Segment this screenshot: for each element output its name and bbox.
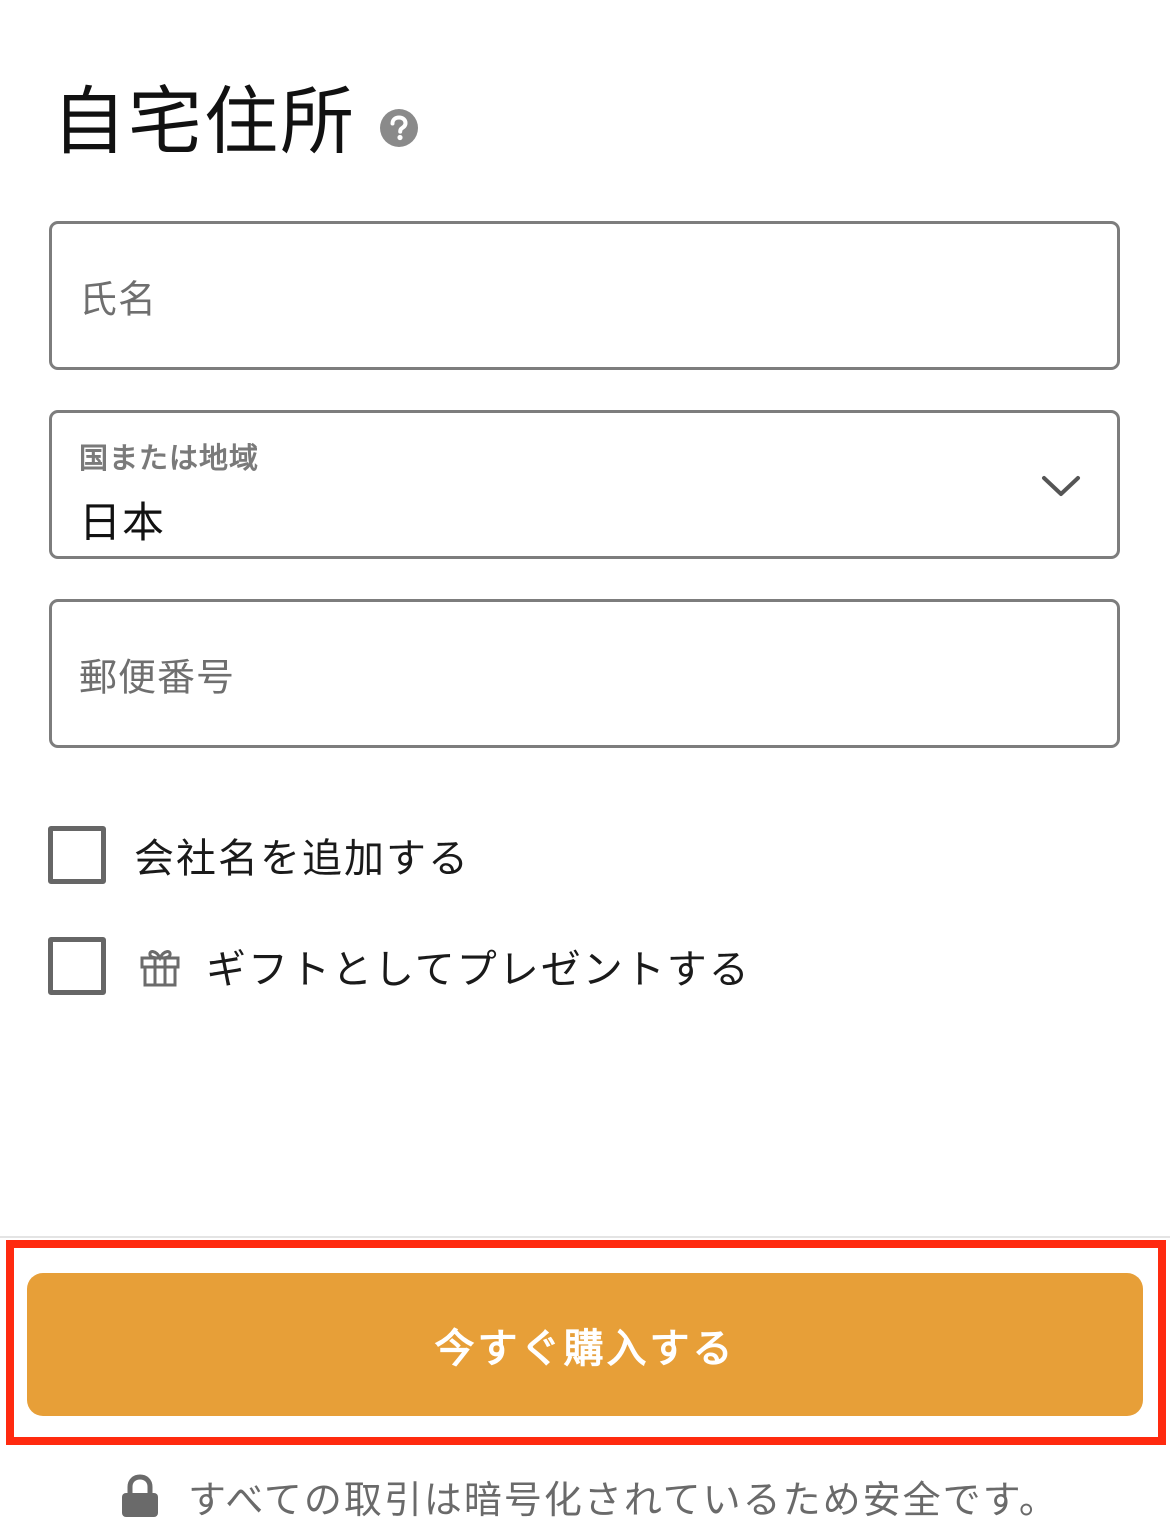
page-title: 自宅住所 bbox=[52, 79, 356, 165]
country-label: 国または地域 bbox=[79, 441, 260, 475]
gift-checkbox-label[interactable]: ギフトとしてプレゼントする bbox=[206, 937, 751, 995]
page-header: 自宅住所 bbox=[52, 72, 418, 172]
security-notice: すべての取引は暗号化されているため安全です。 bbox=[120, 1464, 1059, 1528]
gift-option[interactable]: ギフトとしてプレゼントする bbox=[48, 935, 751, 997]
buy-now-label: 今すぐ購入する bbox=[434, 1325, 736, 1372]
country-select[interactable]: 国または地域 日本 bbox=[49, 410, 1120, 559]
country-value: 日本 bbox=[79, 498, 166, 547]
company-checkbox-label[interactable]: 会社名を追加する bbox=[134, 826, 470, 884]
postal-code-placeholder: 郵便番号 bbox=[79, 655, 236, 699]
security-notice-text: すべての取引は暗号化されているため安全です。 bbox=[188, 1477, 1059, 1522]
gift-icon bbox=[140, 950, 180, 987]
chevron-down-icon[interactable] bbox=[1041, 473, 1081, 499]
postal-code-field[interactable]: 郵便番号 bbox=[49, 599, 1120, 748]
name-placeholder: 氏名 bbox=[79, 277, 158, 321]
gift-checkbox[interactable] bbox=[48, 937, 106, 995]
name-field[interactable]: 氏名 bbox=[49, 221, 1120, 370]
question-circle-icon[interactable] bbox=[380, 109, 418, 147]
bottom-divider bbox=[0, 1236, 1170, 1238]
company-checkbox[interactable] bbox=[48, 826, 106, 884]
lock-icon bbox=[122, 1474, 158, 1517]
buy-now-button[interactable]: 今すぐ購入する bbox=[27, 1273, 1143, 1416]
company-option[interactable]: 会社名を追加する bbox=[48, 824, 470, 886]
